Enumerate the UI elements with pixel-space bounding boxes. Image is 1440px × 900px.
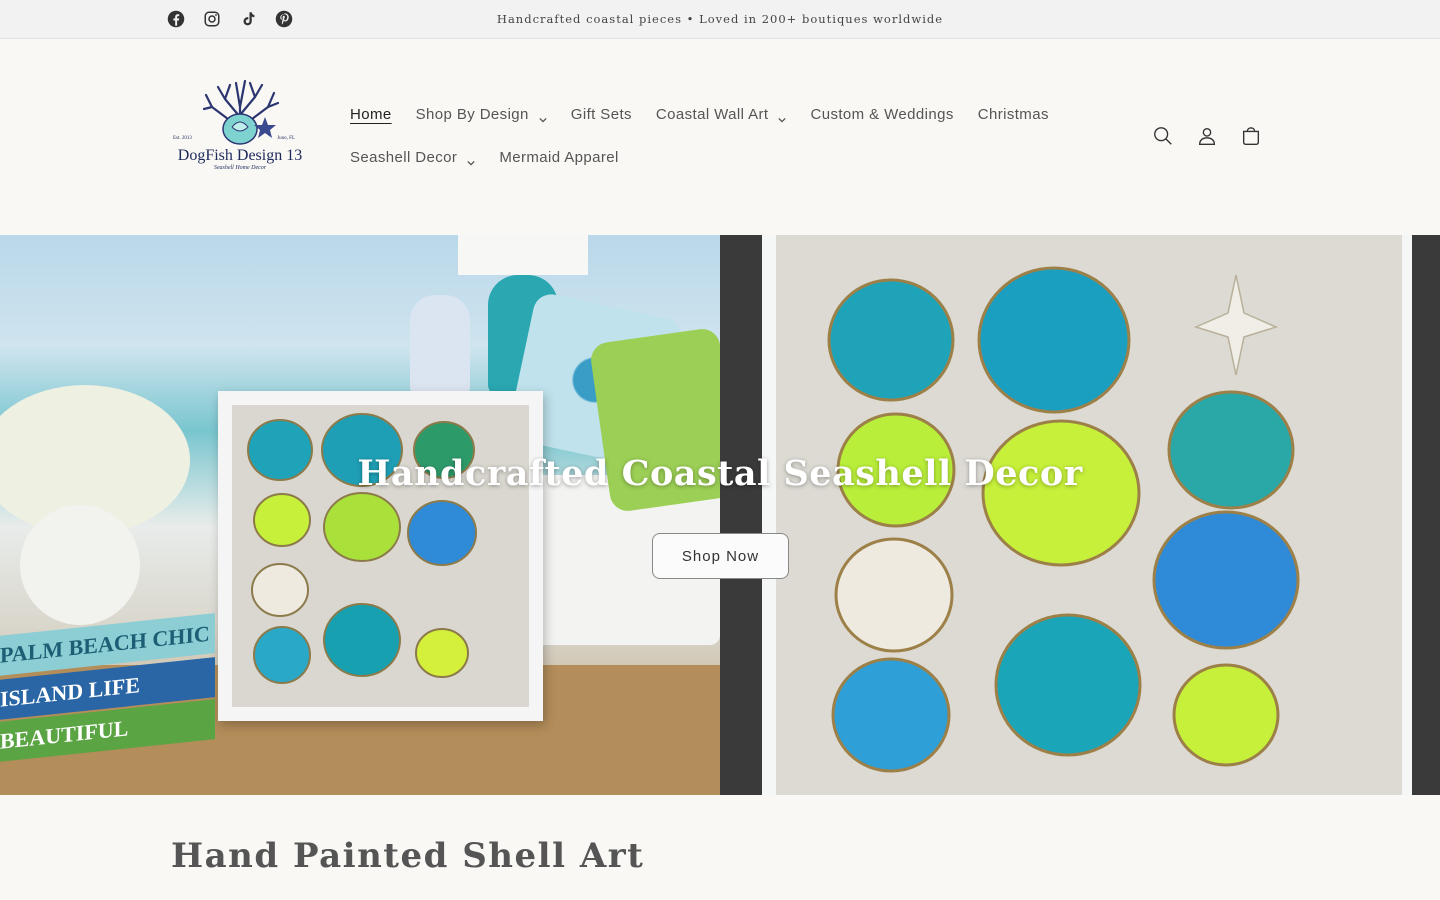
nav-item-custom-weddings[interactable]: Custom & Weddings xyxy=(798,106,965,123)
header-icons xyxy=(1152,125,1260,147)
site-header: Est. 2013 Juno, FL DogFish Design 13 Sea… xyxy=(0,39,1440,235)
shell-grid-small xyxy=(247,413,477,684)
logo-name: DogFish Design 13 xyxy=(177,147,303,164)
nav-item-label: Shop By Design xyxy=(415,106,529,123)
nav-item-label: Seashell Decor xyxy=(350,149,458,166)
nav-row-secondary: Seashell Decor Mermaid Apparel xyxy=(338,136,1038,179)
coffee-table-books: PALM BEACH CHIC ISLAND LIFE BEAUTIFUL xyxy=(0,613,215,763)
section-title: Hand Painted Shell Art xyxy=(171,836,645,876)
hero-image-living-room: PALM BEACH CHIC ISLAND LIFE BEAUTIFUL xyxy=(0,235,742,795)
lamp-shade xyxy=(458,235,588,275)
nav-item-coastal-wall-art[interactable]: Coastal Wall Art xyxy=(644,106,799,123)
hero-title: Handcrafted Coastal Seashell Decor xyxy=(357,453,1083,494)
logo-location: Juno, FL xyxy=(277,136,295,141)
shell-grid-large xyxy=(827,266,1300,773)
nav-item-shop-by-design[interactable]: Shop By Design xyxy=(404,106,559,123)
cart-icon[interactable] xyxy=(1240,125,1260,147)
nav-item-mermaid-apparel[interactable]: Mermaid Apparel xyxy=(487,149,630,166)
nav-item-label: Home xyxy=(350,106,392,123)
shop-now-button[interactable]: Shop Now xyxy=(652,533,789,579)
framed-shell-art-small xyxy=(218,391,543,721)
nav-item-home[interactable]: Home xyxy=(338,106,404,123)
nav-item-label: Mermaid Apparel xyxy=(499,149,619,166)
nav-item-label: Gift Sets xyxy=(570,106,632,123)
nav-item-label: Coastal Wall Art xyxy=(655,106,769,123)
flower-vase xyxy=(20,505,140,625)
nav-row-primary: Home Shop By Design Gift Sets Coastal Wa… xyxy=(338,93,1048,136)
nav-item-christmas[interactable]: Christmas xyxy=(966,106,1061,123)
logo-est: Est. 2013 xyxy=(173,136,192,141)
main-navigation: Home Shop By Design Gift Sets Coastal Wa… xyxy=(338,93,1048,179)
nav-item-gift-sets[interactable]: Gift Sets xyxy=(559,106,644,123)
search-icon[interactable] xyxy=(1152,125,1172,147)
ginger-jar xyxy=(410,295,470,395)
logo-tagline: Seashell Home Decor xyxy=(213,165,267,171)
framed-shell-art-large xyxy=(762,235,1412,795)
chevron-down-icon xyxy=(539,111,547,123)
hero-banner: PALM BEACH CHIC ISLAND LIFE BEAUTIFUL Ha… xyxy=(0,235,1440,795)
store-logo[interactable]: Est. 2013 Juno, FL DogFish Design 13 Sea… xyxy=(170,77,310,177)
chevron-down-icon xyxy=(778,111,787,123)
account-icon[interactable] xyxy=(1196,125,1216,147)
chevron-down-icon xyxy=(467,154,475,166)
hero-image-shell-closeup xyxy=(720,235,1440,795)
announcement-bar: Handcrafted coastal pieces • Loved in 20… xyxy=(0,0,1440,39)
nav-item-label: Christmas xyxy=(977,106,1049,123)
announcement-text: Handcrafted coastal pieces • Loved in 20… xyxy=(496,12,944,26)
nav-item-seashell-decor[interactable]: Seashell Decor xyxy=(338,149,487,166)
nav-item-label: Custom & Weddings xyxy=(810,106,954,123)
